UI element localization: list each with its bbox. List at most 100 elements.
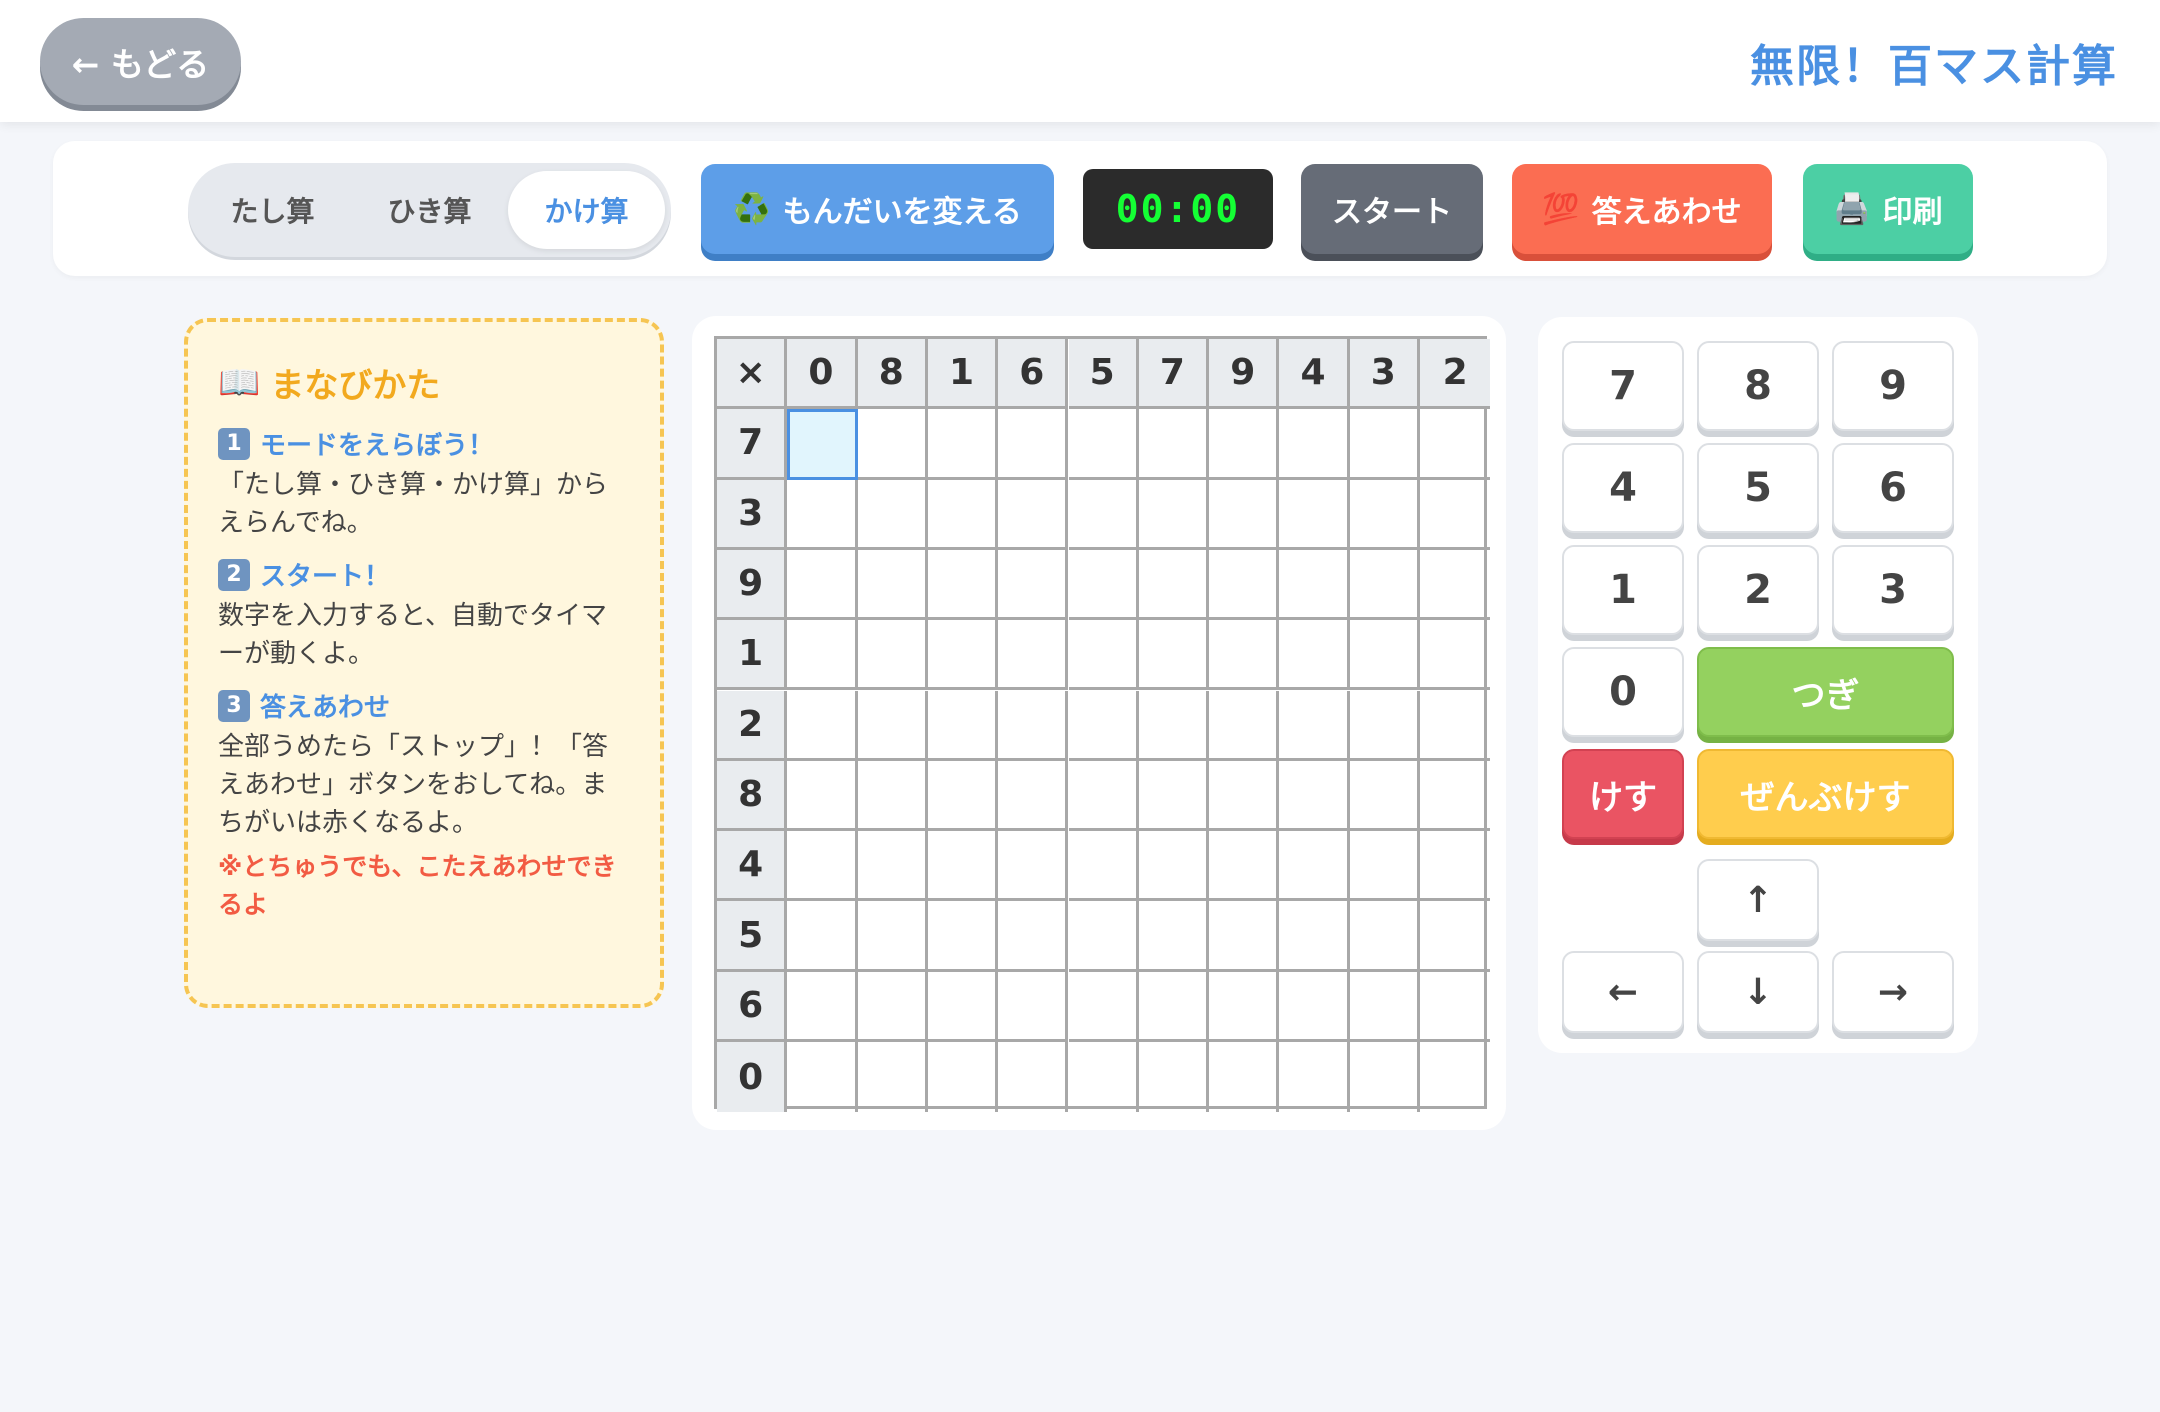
- answer-cell[interactable]: [1138, 690, 1210, 761]
- answer-cell[interactable]: [927, 409, 999, 480]
- mode-subtraction-button[interactable]: ひき算: [351, 171, 508, 249]
- answer-cell[interactable]: [998, 971, 1069, 1042]
- answer-cell[interactable]: [787, 549, 858, 621]
- answer-cell[interactable]: [998, 831, 1069, 902]
- answer-cell[interactable]: [998, 549, 1069, 621]
- answer-cell[interactable]: [1138, 620, 1210, 691]
- answer-cell[interactable]: [927, 690, 999, 761]
- answer-cell[interactable]: [998, 1042, 1069, 1113]
- check-answers-button[interactable]: 💯 答えあわせ: [1512, 164, 1772, 254]
- answer-cell[interactable]: [1209, 690, 1280, 761]
- key-0[interactable]: 0: [1562, 647, 1684, 737]
- answer-cell[interactable]: [1138, 409, 1210, 480]
- answer-cell[interactable]: [787, 971, 858, 1042]
- answer-cell[interactable]: [787, 831, 858, 902]
- answer-cell[interactable]: [1279, 760, 1350, 832]
- next-button[interactable]: つぎ: [1697, 647, 1954, 737]
- arrow-left-button[interactable]: ←: [1562, 951, 1684, 1033]
- key-2[interactable]: 2: [1697, 545, 1819, 635]
- back-button[interactable]: ← もどる: [40, 18, 241, 105]
- clear-all-button[interactable]: ぜんぶけす: [1697, 749, 1954, 839]
- answer-cell[interactable]: [928, 1042, 999, 1113]
- answer-cell[interactable]: [857, 409, 928, 480]
- answer-cell[interactable]: [998, 479, 1069, 550]
- answer-cell[interactable]: [1279, 479, 1350, 550]
- arrow-right-button[interactable]: →: [1832, 951, 1954, 1033]
- answer-cell[interactable]: [998, 901, 1069, 972]
- answer-cell[interactable]: [1138, 549, 1210, 621]
- answer-cell[interactable]: [998, 409, 1069, 480]
- answer-cell[interactable]: [1209, 620, 1280, 691]
- answer-cell[interactable]: [787, 409, 858, 480]
- answer-cell[interactable]: [927, 549, 999, 621]
- answer-cell[interactable]: [927, 620, 999, 691]
- answer-cell[interactable]: [1279, 1042, 1350, 1113]
- answer-cell[interactable]: [1138, 479, 1210, 550]
- answer-cell[interactable]: [1138, 971, 1210, 1042]
- answer-cell[interactable]: [1349, 409, 1420, 480]
- delete-button[interactable]: けす: [1562, 749, 1684, 839]
- answer-cell[interactable]: [1349, 620, 1420, 691]
- answer-cell[interactable]: [998, 760, 1069, 832]
- answer-cell[interactable]: [1349, 971, 1420, 1042]
- answer-cell[interactable]: [1349, 901, 1420, 972]
- key-4[interactable]: 4: [1562, 443, 1684, 533]
- answer-cell[interactable]: [927, 971, 999, 1042]
- answer-cell[interactable]: [998, 620, 1069, 691]
- key-9[interactable]: 9: [1832, 341, 1954, 431]
- answer-cell[interactable]: [1349, 760, 1420, 832]
- answer-cell[interactable]: [787, 1042, 858, 1113]
- answer-cell[interactable]: [1420, 901, 1491, 972]
- answer-cell[interactable]: [927, 479, 999, 550]
- answer-cell[interactable]: [927, 901, 999, 972]
- answer-cell[interactable]: [1209, 760, 1280, 832]
- start-button[interactable]: スタート: [1301, 164, 1483, 254]
- arrow-up-button[interactable]: ↑: [1697, 859, 1819, 941]
- answer-cell[interactable]: [1068, 620, 1139, 691]
- answer-cell[interactable]: [857, 479, 928, 550]
- key-1[interactable]: 1: [1562, 545, 1684, 635]
- answer-cell[interactable]: [1279, 409, 1350, 480]
- arrow-down-button[interactable]: ↓: [1697, 951, 1819, 1033]
- answer-cell[interactable]: [857, 760, 928, 832]
- answer-cell[interactable]: [1420, 972, 1491, 1042]
- answer-cell[interactable]: [1068, 479, 1139, 550]
- answer-cell[interactable]: [1420, 1042, 1490, 1112]
- key-7[interactable]: 7: [1562, 341, 1684, 431]
- answer-cell[interactable]: [1420, 620, 1491, 691]
- answer-cell[interactable]: [1279, 620, 1350, 691]
- answer-cell[interactable]: [857, 620, 928, 691]
- answer-cell[interactable]: [1420, 480, 1491, 550]
- answer-cell[interactable]: [1068, 760, 1139, 832]
- answer-cell[interactable]: [1209, 479, 1280, 550]
- answer-cell[interactable]: [857, 901, 928, 972]
- print-button[interactable]: 🖨️ 印刷: [1803, 164, 1973, 254]
- answer-cell[interactable]: [1420, 831, 1491, 902]
- answer-cell[interactable]: [1068, 831, 1139, 902]
- answer-cell[interactable]: [1068, 901, 1139, 972]
- answer-cell[interactable]: [857, 831, 928, 902]
- answer-cell[interactable]: [1209, 409, 1280, 480]
- answer-cell[interactable]: [998, 690, 1069, 761]
- mode-multiplication-button[interactable]: かけ算: [508, 171, 665, 249]
- answer-cell[interactable]: [787, 690, 858, 761]
- answer-cell[interactable]: [1420, 550, 1491, 621]
- change-problem-button[interactable]: ♻️ もんだいを変える: [701, 164, 1054, 254]
- answer-cell[interactable]: [1349, 549, 1420, 621]
- mode-addition-button[interactable]: たし算: [194, 171, 351, 249]
- answer-cell[interactable]: [1209, 831, 1280, 902]
- answer-cell[interactable]: [1279, 971, 1350, 1042]
- answer-cell[interactable]: [1139, 1042, 1210, 1113]
- answer-cell[interactable]: [1349, 690, 1420, 761]
- answer-cell[interactable]: [1138, 831, 1210, 902]
- answer-cell[interactable]: [1279, 831, 1350, 902]
- key-6[interactable]: 6: [1832, 443, 1954, 533]
- answer-cell[interactable]: [857, 690, 928, 761]
- answer-cell[interactable]: [1209, 901, 1280, 972]
- answer-cell[interactable]: [1138, 901, 1210, 972]
- answer-cell[interactable]: [1349, 479, 1420, 550]
- answer-cell[interactable]: [1068, 549, 1139, 621]
- key-8[interactable]: 8: [1697, 341, 1819, 431]
- answer-cell[interactable]: [787, 479, 858, 550]
- answer-cell[interactable]: [1420, 761, 1491, 832]
